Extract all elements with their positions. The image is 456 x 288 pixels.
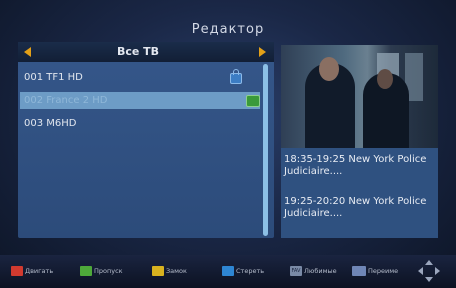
fav-key-icon: FAV xyxy=(290,266,302,276)
channel-row[interactable]: 001 TF1 HD xyxy=(20,69,260,86)
channel-name: 002 France 2 HD xyxy=(24,95,108,106)
dpad-icon xyxy=(418,260,440,282)
group-selector[interactable]: Все ТВ xyxy=(18,42,274,62)
favorite-icon xyxy=(246,95,260,107)
red-key-label: Двигать xyxy=(25,267,54,275)
blue-key-icon xyxy=(222,266,234,276)
arrow-right-icon[interactable] xyxy=(259,47,266,57)
scrollbar[interactable] xyxy=(263,64,268,236)
channel-list-panel: Все ТВ 001 TF1 HD 002 France 2 HD 003 M6… xyxy=(18,42,274,238)
channel-row[interactable]: 003 M6HD xyxy=(20,115,260,132)
blue-key-label: Стереть xyxy=(236,267,265,275)
footer-bar: Двигать Пропуск Замок Стереть FAV Любимы… xyxy=(0,255,456,288)
screen: Редактор Все ТВ 001 TF1 HD 002 France 2 … xyxy=(0,0,456,288)
red-key-icon xyxy=(11,266,23,276)
yellow-key-icon xyxy=(152,266,164,276)
yellow-key-label: Замок xyxy=(166,267,187,275)
lock-icon xyxy=(230,69,242,84)
channel-name: 001 TF1 HD xyxy=(24,72,83,83)
epg-now: 18:35-19:25 New York Police Judiciaire..… xyxy=(284,154,427,177)
channel-row-selected[interactable]: 002 France 2 HD xyxy=(20,92,260,109)
epg-next: 19:25-20:20 New York Police Judiciaire..… xyxy=(284,196,427,219)
group-label: Все ТВ xyxy=(116,45,160,58)
rename-key-label: Переиме xyxy=(368,267,399,275)
channel-name: 003 M6HD xyxy=(24,118,77,129)
page-title: Редактор xyxy=(191,22,265,37)
rename-key-icon xyxy=(352,266,366,276)
dpad-up-icon xyxy=(425,260,433,265)
video-preview xyxy=(281,45,438,148)
fav-key-label: Любимые xyxy=(304,267,337,275)
epg-panel: 18:35-19:25 New York Police Judiciaire..… xyxy=(281,148,438,238)
green-key-icon xyxy=(80,266,92,276)
preview-head xyxy=(377,69,393,89)
dpad-right-icon xyxy=(435,267,440,275)
dpad-down-icon xyxy=(425,277,433,282)
dpad-left-icon xyxy=(418,267,423,275)
preview-head xyxy=(319,57,339,81)
green-key-label: Пропуск xyxy=(94,267,123,275)
